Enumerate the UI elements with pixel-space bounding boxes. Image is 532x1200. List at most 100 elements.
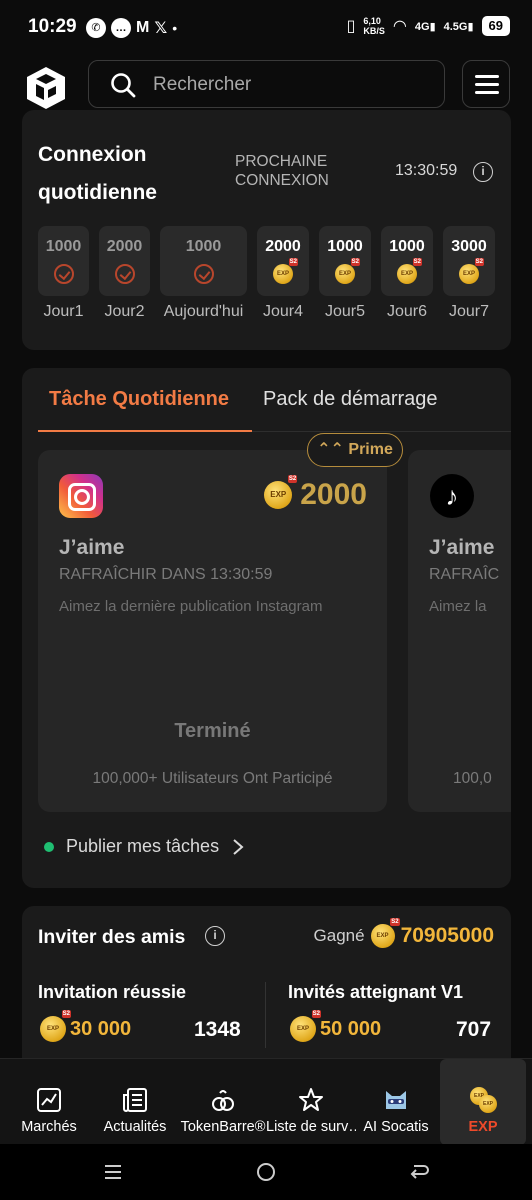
invite-success-title: Invitation réussie	[38, 982, 187, 1002]
signal-4g-icon: 4G▮	[414, 20, 436, 33]
info-icon[interactable]: i	[473, 162, 493, 182]
day-amount: 2000	[106, 238, 143, 255]
task-title: J’aime	[429, 536, 495, 559]
bottom-nav: Marchés Actualités TokenBarre® Liste de …	[0, 1058, 532, 1145]
task-refresh: RAFRAÎC	[429, 566, 500, 583]
checkin-timer: 13:30:59	[395, 162, 458, 179]
publish-tasks-link[interactable]: Publier mes tâches	[44, 836, 245, 857]
star-icon	[299, 1088, 323, 1111]
day-label: Jour1	[43, 303, 84, 320]
day-label: Jour6	[386, 303, 428, 320]
status-bar: 10:29 ✆ … M 𝕏 • ▯ 6,10 KB/S ◠ 4G▮ 4.5G▮ …	[0, 0, 532, 58]
day-6-cell[interactable]: 1000 EXP S2	[381, 226, 433, 296]
publish-label: Publier mes tâches	[66, 836, 220, 856]
tiktok-icon: ♪	[430, 474, 474, 518]
tab-starter-pack[interactable]: Pack de démarrage	[263, 388, 438, 411]
day-5-cell[interactable]: 1000 EXP S2	[319, 226, 371, 296]
status-right: ▯ 6,10 KB/S ◠ 4G▮ 4.5G▮ 69	[347, 16, 510, 36]
day-amount: 3000	[451, 238, 487, 255]
task-participants: 100,0	[453, 770, 492, 787]
prime-badge[interactable]: ⌃⌃ Prime	[307, 433, 403, 467]
wifi-icon: ◠	[392, 18, 407, 35]
whatsapp-icon: ✆	[86, 18, 106, 38]
tab-daily-task[interactable]: Tâche Quotidienne	[49, 388, 229, 411]
back-icon[interactable]	[408, 1162, 430, 1182]
task-participants: 100,000+ Utilisateurs Ont Participé	[92, 770, 333, 787]
prime-label: Prime	[348, 441, 393, 458]
nav-ai-socatis[interactable]: AI Socatis	[356, 1059, 436, 1145]
tab-active-indicator	[38, 430, 252, 432]
invite-title: Inviter des amis	[38, 926, 186, 948]
status-time: 10:29	[28, 16, 77, 37]
home-icon[interactable]	[256, 1162, 276, 1182]
nav-label: Liste de surv…	[266, 1119, 356, 1135]
exp-coin-icon: EXP S2	[370, 918, 400, 948]
exp-coin-icon: EXP S2	[459, 258, 484, 284]
day-4-cell[interactable]: 2000 EXP S2	[257, 226, 309, 296]
task-card-instagram[interactable]: EXP S2 2000 J’aime RAFRAÎCHIR DANS 13:30:…	[38, 450, 387, 812]
search-input[interactable]: Rechercher	[88, 60, 445, 108]
nav-exp[interactable]: EXP EXP EXP	[440, 1059, 526, 1145]
nav-watchlist[interactable]: Liste de surv…	[266, 1059, 356, 1145]
invite-v1-title: Invités atteignant V1	[288, 982, 464, 1002]
app-logo-icon[interactable]	[22, 64, 70, 112]
nav-label: EXP	[468, 1119, 498, 1135]
nav-markets[interactable]: Marchés	[8, 1059, 90, 1145]
day-amount: 1000	[45, 238, 82, 255]
chevron-right-icon	[233, 838, 244, 855]
day-amount: 1000	[185, 238, 222, 255]
daily-checkin-card: Connexion quotidienne PROCHAINE CONNEXIO…	[22, 110, 511, 350]
cat-icon	[386, 1091, 406, 1109]
nav-news[interactable]: Actualités	[94, 1059, 176, 1145]
vibrate-icon: ▯	[346, 18, 356, 35]
nav-label: Actualités	[103, 1119, 167, 1135]
nav-label: AI Socatis	[363, 1119, 429, 1135]
info-icon[interactable]: i	[205, 926, 225, 946]
nav-tokenbar[interactable]: TokenBarre®	[180, 1059, 266, 1145]
tasks-card: Tâche Quotidienne Pack de démarrage ⌃⌃ P…	[22, 368, 511, 888]
menu-button[interactable]	[462, 60, 510, 108]
check-icon	[53, 264, 74, 284]
task-description: Aimez la dernière publication Instagram	[59, 598, 323, 615]
instagram-icon	[59, 474, 103, 518]
task-status: Terminé	[174, 720, 251, 742]
signal-45g-icon: 4.5G▮	[443, 20, 474, 33]
invite-v1-count: 707	[456, 1018, 492, 1041]
reward-value: 30 000	[70, 1017, 132, 1040]
status-dot-icon	[44, 841, 54, 852]
double-chevron-up-icon: ⌃⌃	[317, 441, 349, 458]
notification-icons: ✆ … M 𝕏 •	[86, 18, 177, 38]
day-today-cell[interactable]: 1000	[160, 226, 247, 296]
gmail-icon: M	[136, 19, 150, 36]
invite-friends-card: Inviter des amis i Gagné EXP S2 70905000 …	[22, 906, 511, 1060]
net-speed: 6,10 KB/S	[363, 16, 385, 36]
task-card-tiktok[interactable]: ♪ J’aime RAFRAÎC Aimez la 100,0	[408, 450, 511, 812]
day-7-cell[interactable]: 3000 EXP S2	[443, 226, 495, 296]
check-icon	[114, 264, 135, 284]
system-nav-bar	[0, 1144, 532, 1200]
earned-label: Gagné	[313, 926, 365, 945]
day-label: Aujourd'hui	[163, 303, 244, 320]
exp-coin-icon: EXP S2	[40, 1010, 71, 1042]
hamburger-icon	[475, 75, 499, 78]
exp-coin-icon: EXP S2	[335, 258, 360, 284]
recent-apps-icon[interactable]	[103, 1162, 123, 1182]
column-divider	[265, 982, 266, 1048]
day-amount: 2000	[265, 238, 301, 255]
day-amount: 1000	[389, 238, 425, 255]
earned-value: 70905000	[400, 924, 494, 947]
day-1-cell[interactable]: 1000	[38, 226, 89, 296]
nav-label: TokenBarre®	[180, 1119, 266, 1135]
reward-value: 2000	[300, 478, 367, 511]
task-reward: EXP S2 2000	[264, 475, 367, 512]
check-icon	[193, 264, 214, 284]
day-label: Jour5	[324, 303, 366, 320]
earned-total: Gagné EXP S2 70905000	[313, 918, 494, 948]
exp-coins-icon: EXP EXP	[470, 1087, 497, 1113]
exp-coin-icon: EXP S2	[290, 1010, 321, 1042]
invite-success-reward: EXP S2 30 000	[40, 1010, 132, 1042]
day-2-cell[interactable]: 2000	[99, 226, 150, 296]
exp-coin-icon: EXP S2	[397, 258, 422, 284]
day-label: Jour7	[448, 303, 490, 320]
day-label: Jour2	[104, 303, 145, 320]
